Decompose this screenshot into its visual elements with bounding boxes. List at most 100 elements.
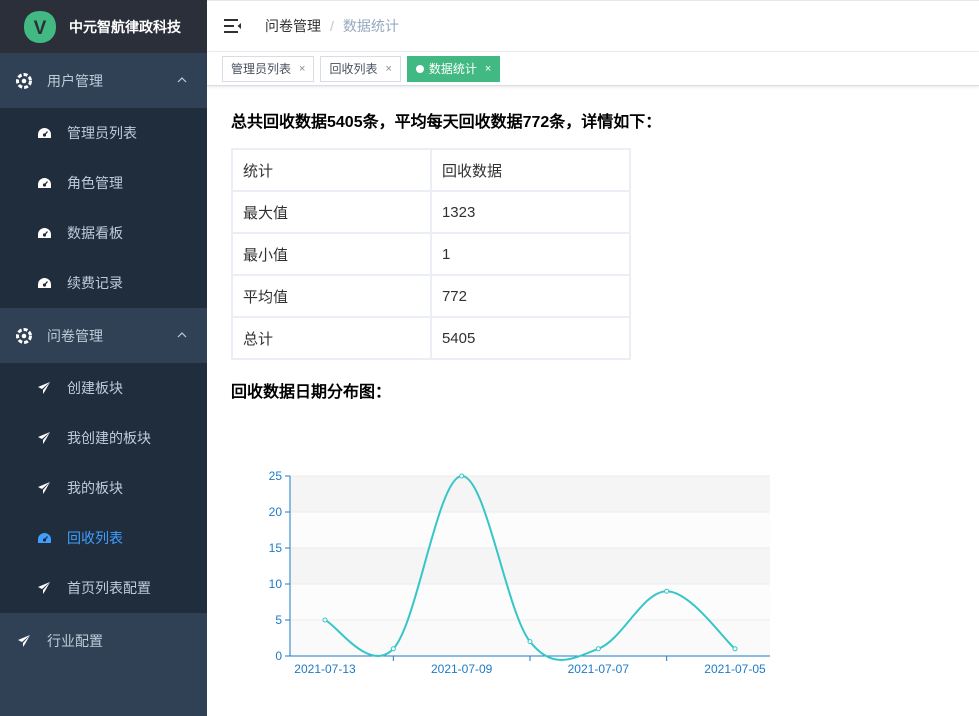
summary-text: 总共回收数据5405条，平均每天回收数据772条，详情如下：	[231, 114, 662, 131]
sidebar-item-my-sections[interactable]: 我的板块	[0, 463, 207, 513]
tag-recovery-list[interactable]: 回收列表 ×	[320, 55, 401, 82]
navbar: 问卷管理 / 数据统计	[207, 0, 979, 52]
table-row: 最大值 1323	[231, 190, 632, 234]
chevron-up-icon	[177, 77, 187, 83]
sidebar-group-questionnaire-management[interactable]: 问卷管理	[0, 308, 207, 363]
sidebar-group-label: 问卷管理	[47, 327, 103, 344]
hamburger-icon[interactable]	[223, 16, 243, 36]
table-cell: 5405	[429, 316, 632, 360]
sidebar-item-admin-list[interactable]: 管理员列表	[0, 108, 207, 158]
logo-area[interactable]: V 中元智航律政科技	[0, 0, 207, 53]
chart-title: 回收数据日期分布图：	[231, 384, 392, 401]
sidebar-item-recovery-list[interactable]: 回收列表	[0, 513, 207, 563]
sidebar-group-user-management[interactable]: 用户管理	[0, 53, 207, 108]
tag-label: 回收列表	[329, 62, 378, 76]
table-row: 总计 5405	[231, 316, 632, 360]
y-tick-label: 20	[269, 505, 283, 519]
tag-data-statistics[interactable]: 数据统计 ×	[406, 55, 501, 82]
table-row: 平均值 772	[231, 274, 632, 318]
table-cell: 平均值	[231, 274, 432, 318]
data-point	[527, 639, 533, 645]
table-cell: 1	[429, 232, 632, 276]
sidebar-item-label: 数据看板	[67, 225, 123, 241]
sidebar-group-label: 行业配置	[47, 632, 103, 649]
close-icon[interactable]: ×	[299, 63, 305, 75]
sidebar-item-create-section[interactable]: 创建板块	[0, 363, 207, 413]
table-cell: 总计	[231, 316, 432, 360]
table-cell: 最大值	[231, 190, 432, 234]
data-point	[595, 646, 601, 652]
dashboard-icon	[36, 530, 52, 546]
sidebar-item-label: 回收列表	[67, 530, 123, 546]
data-point	[459, 473, 465, 479]
x-tick-label: 2021-07-09	[431, 662, 493, 676]
y-tick-label: 25	[269, 469, 283, 483]
grid-band	[290, 584, 770, 620]
brand-logo-icon: V	[24, 10, 56, 43]
line-chart: 0 5 10 15 20 25 2021-07-13 2021-07-09 2021-07-07…	[240, 440, 800, 680]
data-point	[390, 646, 396, 652]
close-icon[interactable]: ×	[485, 63, 491, 75]
table-row: 最小值 1	[231, 232, 632, 276]
sidebar-item-label: 首页列表配置	[67, 580, 151, 596]
sidebar-item-data-board[interactable]: 数据看板	[0, 208, 207, 258]
gear-icon	[16, 72, 32, 89]
sidebar-item-my-created-sections[interactable]: 我创建的板块	[0, 413, 207, 463]
gear-icon	[16, 327, 32, 344]
table-header-cell: 统计	[231, 148, 432, 192]
send-icon	[36, 380, 52, 396]
sidebar-submenu: 管理员列表 角色管理 数据看板 续费记录	[0, 108, 207, 308]
dashboard-icon	[36, 175, 52, 191]
breadcrumb-separator: /	[330, 18, 334, 34]
tag-admin-list[interactable]: 管理员列表 ×	[222, 55, 315, 82]
x-tick-label: 2021-07-05	[704, 662, 766, 676]
y-tick-label: 5	[275, 613, 282, 627]
table-header-cell: 回收数据	[429, 148, 632, 192]
dashboard-icon	[36, 125, 52, 141]
table-cell: 最小值	[231, 232, 432, 276]
grid-band	[290, 476, 770, 512]
sidebar-item-home-list-config[interactable]: 首页列表配置	[0, 563, 207, 613]
tag-label: 管理员列表	[231, 62, 292, 76]
sidebar-item-label: 管理员列表	[67, 125, 137, 141]
active-dot-icon	[415, 64, 424, 73]
send-icon	[36, 580, 52, 596]
data-point	[664, 588, 670, 594]
table-header-row: 统计 回收数据	[231, 148, 632, 192]
brand-title: 中元智航律政科技	[69, 18, 181, 35]
send-icon	[36, 480, 52, 496]
tag-label: 数据统计	[428, 62, 477, 76]
x-tick-label: 2021-07-13	[294, 662, 356, 676]
x-tick-label: 2021-07-07	[568, 662, 630, 676]
sidebar-item-label: 我创建的板块	[67, 430, 151, 446]
y-tick-label: 0	[275, 649, 282, 663]
sidebar-item-label: 续费记录	[67, 275, 123, 291]
sidebar-item-label: 创建板块	[67, 380, 123, 396]
grid-band	[290, 512, 770, 548]
chart-svg: 0 5 10 15 20 25 2021-07-13 2021-07-09 2021-07-07…	[269, 469, 770, 676]
breadcrumb-current: 数据统计	[342, 18, 399, 34]
sidebar-item-renewal-records[interactable]: 续费记录	[0, 258, 207, 308]
data-point	[732, 646, 738, 652]
data-point	[322, 617, 328, 623]
stats-table: 统计 回收数据 最大值 1323 最小值 1 平均值 772 总计 5405	[231, 148, 632, 360]
sidebar-item-role-management[interactable]: 角色管理	[0, 158, 207, 208]
close-icon[interactable]: ×	[385, 63, 391, 75]
sidebar-group-industry-config[interactable]: 行业配置	[0, 613, 207, 668]
page-content: 总共回收数据5405条，平均每天回收数据772条，详情如下： 统计 回收数据 最…	[207, 108, 979, 402]
sidebar-item-label: 我的板块	[67, 480, 123, 496]
sidebar-item-label: 角色管理	[67, 175, 123, 191]
table-cell: 1323	[429, 190, 632, 234]
send-icon	[36, 430, 52, 446]
dashboard-icon	[36, 225, 52, 241]
sidebar: V 中元智航律政科技 用户管理 管理员列表 角色管理 数据看板 续费记录 问卷管…	[0, 0, 207, 716]
table-cell: 772	[429, 274, 632, 318]
grid-band	[290, 548, 770, 584]
chevron-up-icon	[177, 332, 187, 338]
svg-text:V: V	[34, 18, 47, 39]
tags-view: 管理员列表 × 回收列表 × 数据统计 ×	[207, 52, 979, 86]
sidebar-submenu: 创建板块 我创建的板块 我的板块 回收列表 首页列表配置	[0, 363, 207, 613]
breadcrumb-item[interactable]: 问卷管理	[265, 16, 321, 36]
sidebar-group-label: 用户管理	[47, 72, 103, 89]
y-tick-label: 15	[269, 541, 283, 555]
